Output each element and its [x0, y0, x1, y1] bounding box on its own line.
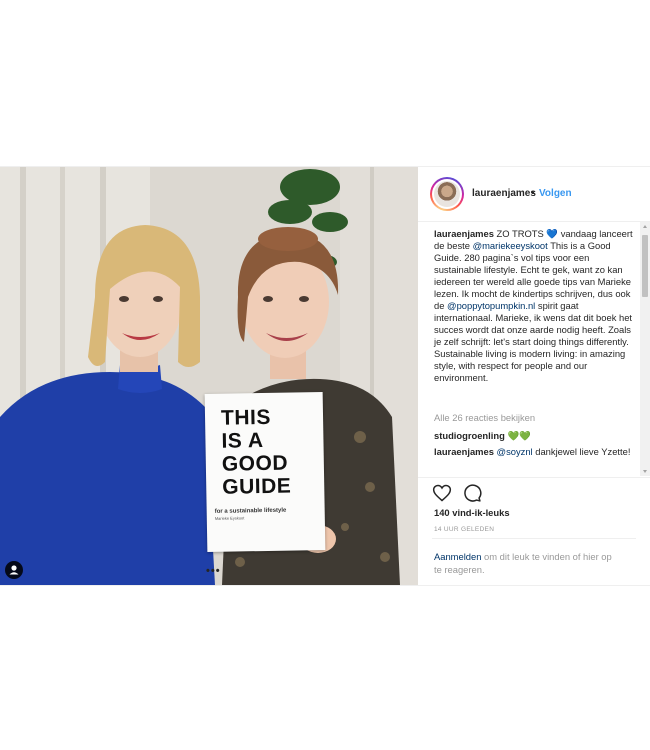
view-all-comments-link[interactable]: Alle 26 reacties bekijken — [434, 412, 535, 423]
comment-button[interactable] — [462, 483, 482, 508]
book-title-line-4: GUIDE — [222, 474, 292, 499]
header-separator: • — [531, 188, 535, 199]
scrollbar-thumb[interactable] — [642, 235, 648, 297]
comment-item: studiogroenling 💚💚 — [434, 430, 638, 442]
caption-mention-poppytopumpkin[interactable]: @poppytopumpkin.nl — [447, 300, 535, 311]
heart-icon — [432, 484, 452, 502]
more-icon: ••• — [206, 565, 221, 577]
scroll-up-icon[interactable] — [643, 225, 647, 228]
comment-mention[interactable]: @soyznl — [497, 446, 533, 457]
header-username[interactable]: lauraenjames — [472, 188, 536, 199]
blue-heart-icon: 💙 — [546, 228, 559, 239]
user-tag-icon — [9, 565, 19, 575]
avatar[interactable] — [430, 177, 464, 211]
like-button[interactable] — [432, 483, 452, 508]
post-photo[interactable]: THIS IS A GOOD GUIDE for a sustainable l… — [0, 167, 418, 585]
book-title-line-1: THIS — [220, 405, 272, 430]
comments-section[interactable]: lauraenjames ZO TROTS 💙 vandaag lanceert… — [418, 222, 640, 476]
follow-button[interactable]: Volgen — [539, 188, 572, 199]
caption-text-4: spirit gaat internationaal. Marieke, ik … — [434, 300, 633, 383]
login-prompt-text: Aanmelden om dit leuk te vinden of hier … — [434, 550, 622, 576]
post-actions: 140 vind-ik-leuks 14 UUR GELEDEN Aanmeld… — [418, 477, 650, 582]
book-cover: THIS IS A GOOD GUIDE for a sustainable l… — [204, 391, 326, 553]
user-tag-button[interactable] — [5, 561, 23, 579]
book-title-line-2: IS A — [221, 429, 264, 453]
post-timestamp[interactable]: 14 UUR GELEDEN — [434, 526, 494, 533]
caption-mention-mariekeeyskoot[interactable]: @mariekeeyskoot — [473, 240, 548, 251]
likes-count[interactable]: 140 vind-ik-leuks — [434, 507, 510, 518]
comment-icon — [464, 484, 482, 502]
instagram-post: THIS IS A GOOD GUIDE for a sustainable l… — [0, 166, 650, 586]
post-side-panel: lauraenjames • Volgen lauraenjames ZO TR… — [418, 167, 650, 585]
comment-username[interactable]: lauraenjames — [434, 446, 494, 457]
post-header: lauraenjames • Volgen — [418, 167, 650, 222]
comments-scrollbar[interactable] — [640, 222, 650, 476]
comment-item: lauraenjames @soyznl dankjewel lieve Yze… — [434, 446, 638, 458]
book-title-line-3: GOOD — [221, 451, 289, 476]
scroll-down-icon[interactable] — [643, 470, 647, 473]
caption-username[interactable]: lauraenjames — [434, 228, 494, 239]
comment-text: dankjewel lieve Yzette! — [535, 446, 631, 457]
post-caption: lauraenjames ZO TROTS 💙 vandaag lanceert… — [434, 228, 638, 384]
comment-username[interactable]: studiogroenling — [434, 430, 505, 441]
avatar-image — [434, 181, 460, 207]
login-link[interactable]: Aanmelden — [434, 551, 481, 562]
book-author: Marieke Eyskoot — [214, 515, 245, 521]
caption-text-1: ZO TROTS — [496, 228, 544, 239]
green-heart-icon: 💚💚 — [507, 430, 531, 441]
book-subtitle: for a sustainable lifestyle — [214, 507, 287, 515]
more-options-button[interactable]: ••• — [206, 565, 221, 577]
login-prompt: Aanmelden om dit leuk te vinden of hier … — [432, 538, 636, 575]
